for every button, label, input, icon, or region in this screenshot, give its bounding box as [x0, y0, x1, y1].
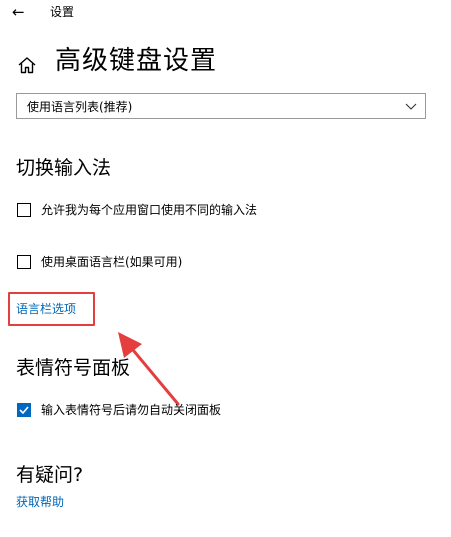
per-app-input-checkbox-row[interactable]: 允许我为每个应用窗口使用不同的输入法 [17, 202, 257, 218]
emoji-panel-heading: 表情符号面板 [16, 357, 131, 379]
emoji-auto-close-checkbox[interactable] [17, 403, 31, 417]
emoji-auto-close-checkbox-row[interactable]: 输入表情符号后请勿自动关闭面板 [17, 402, 221, 418]
help-heading: 有疑问? [16, 464, 84, 486]
back-arrow-icon[interactable]: ← [12, 2, 25, 22]
window-title: 设置 [50, 5, 75, 19]
settings-page: ← 设置 高级键盘设置 使用语言列表(推荐) 切换输入法 允许我为每个应用窗口使… [0, 0, 451, 537]
switch-input-heading: 切换输入法 [16, 157, 112, 179]
page-title: 高级键盘设置 [55, 46, 218, 76]
per-app-input-label: 允许我为每个应用窗口使用不同的输入法 [41, 203, 258, 217]
emoji-auto-close-label: 输入表情符号后请勿自动关闭面板 [41, 403, 222, 417]
checkmark-icon [19, 406, 29, 415]
home-icon [18, 57, 36, 74]
input-method-dropdown[interactable]: 使用语言列表(推荐) [16, 93, 426, 119]
highlight-annotation-box [8, 292, 95, 326]
per-app-input-checkbox[interactable] [17, 203, 31, 217]
desktop-language-bar-checkbox[interactable] [17, 255, 31, 269]
desktop-language-bar-label: 使用桌面语言栏(如果可用) [41, 255, 183, 269]
dropdown-selected-value: 使用语言列表(推荐) [27, 100, 133, 114]
chevron-down-icon [405, 103, 417, 110]
desktop-language-bar-checkbox-row[interactable]: 使用桌面语言栏(如果可用) [17, 254, 182, 270]
get-help-link[interactable]: 获取帮助 [16, 494, 64, 510]
